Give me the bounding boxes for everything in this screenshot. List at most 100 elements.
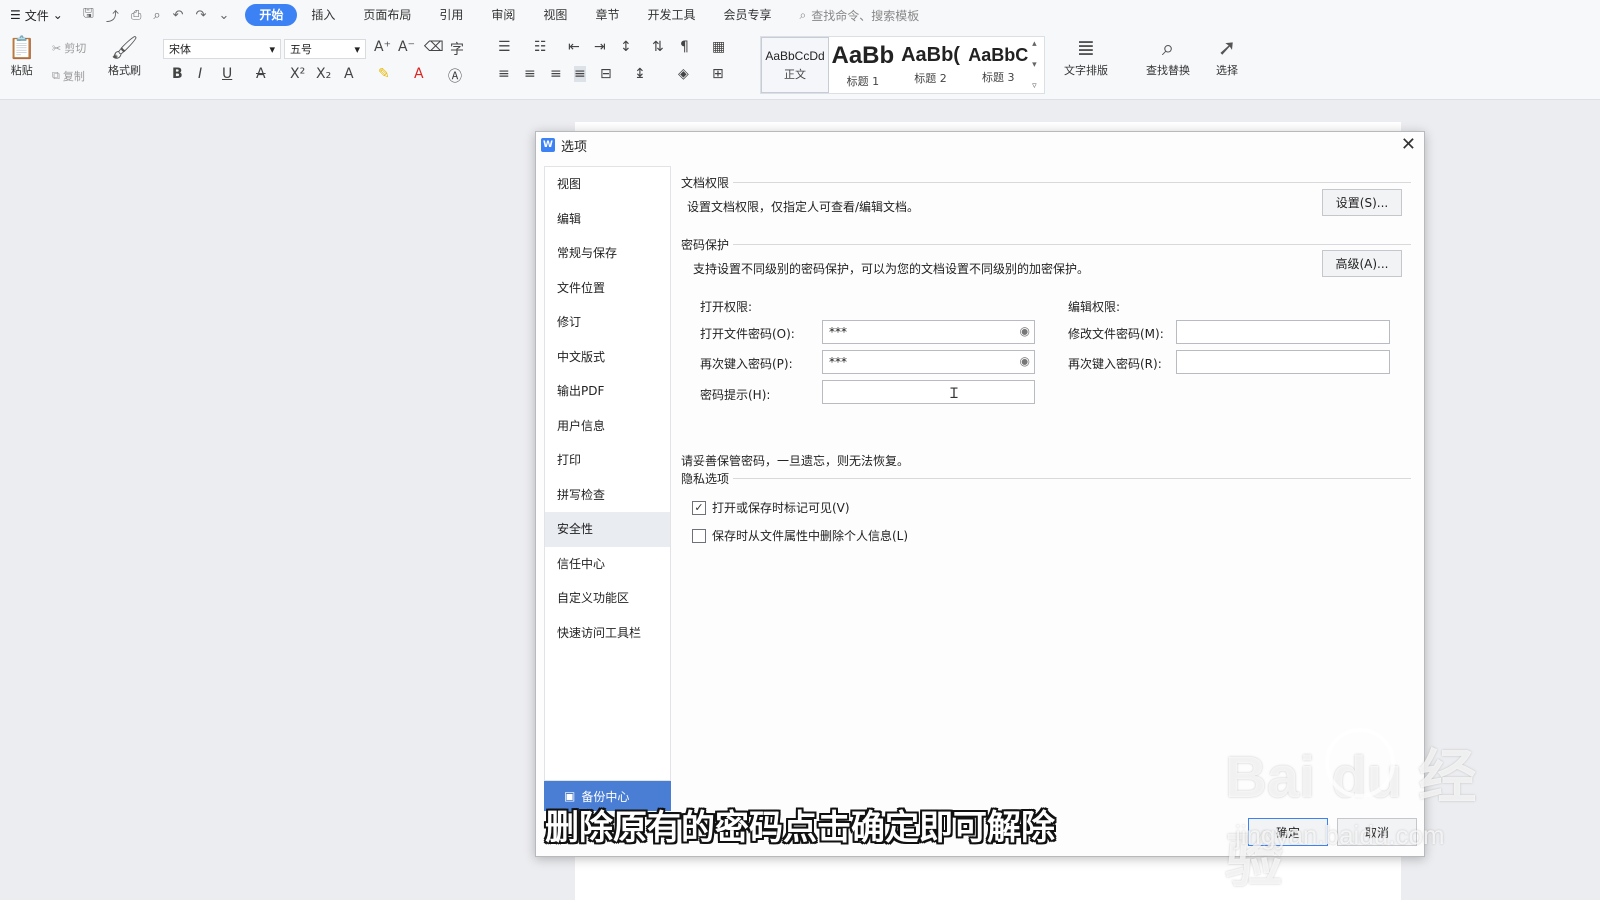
strikethrough-icon[interactable]: A xyxy=(256,66,266,82)
style-gallery-scroller[interactable]: ▴ ▾ ▿ xyxy=(1032,37,1044,93)
password-desc: 支持设置不同级别的密码保护，可以为您的文档设置不同级别的加密保护。 xyxy=(693,262,1090,276)
cut-button[interactable]: ✂ 剪切 xyxy=(52,40,86,56)
find-replace-button[interactable]: ⌕ 查找替换 xyxy=(1146,36,1190,78)
font-size-select[interactable]: 五号 ▾ xyxy=(284,39,366,59)
reenter-open-password-field[interactable]: *** ◉ xyxy=(822,350,1035,374)
password-heading: 密码保护 xyxy=(681,236,1411,253)
password-hint-field[interactable]: Ｉ xyxy=(822,380,1035,404)
sidebar-item-security[interactable]: 安全性 xyxy=(545,512,670,547)
eye-icon[interactable]: ◉ xyxy=(1020,324,1030,338)
copy-button[interactable]: ⧉ 复制 xyxy=(52,68,85,84)
text-layout-button[interactable]: ≣ 文字排版 xyxy=(1064,36,1108,78)
font-name-select[interactable]: 宋体 ▾ xyxy=(163,39,281,59)
customize-icon[interactable]: ⌄ xyxy=(218,8,229,23)
tab-home[interactable]: 开始 xyxy=(245,4,298,26)
align-left-icon[interactable]: ≡ xyxy=(498,66,510,82)
indent-icon[interactable]: ⇥ xyxy=(594,39,606,55)
sidebar-item-quick-access[interactable]: 快速访问工具栏 xyxy=(545,616,670,651)
grow-font-icon[interactable]: A⁺ xyxy=(374,39,391,55)
file-menu-label: 文件 xyxy=(24,8,49,23)
sidebar-item-export-pdf[interactable]: 输出PDF xyxy=(545,374,670,409)
style-heading-2[interactable]: AaBb( 标题 2 xyxy=(897,37,965,93)
sort-icon[interactable]: ⇅ xyxy=(652,39,664,55)
dialog-titlebar[interactable]: W 选项 xyxy=(536,132,1424,158)
print-preview-icon[interactable]: ⌕ xyxy=(153,8,160,23)
clear-format-icon[interactable]: ⌫ xyxy=(424,39,444,55)
print-icon[interactable]: ⎙ xyxy=(131,8,141,23)
style-heading-3[interactable]: AaBbC 标题 3 xyxy=(964,37,1032,93)
tab-references[interactable]: 引用 xyxy=(425,4,477,26)
justify-icon[interactable]: ≡ xyxy=(574,66,586,82)
file-menu[interactable]: ☰ 文件 ⌄ xyxy=(0,0,73,30)
align-center-icon[interactable]: ≡ xyxy=(524,66,536,82)
reenter-edit-password-field[interactable] xyxy=(1176,350,1390,374)
sidebar-item-file-location[interactable]: 文件位置 xyxy=(545,271,670,306)
open-password-field[interactable]: *** ◉ xyxy=(822,320,1035,344)
sidebar-item-customize-ribbon[interactable]: 自定义功能区 xyxy=(545,581,670,616)
sidebar-item-edit[interactable]: 编辑 xyxy=(545,202,670,237)
tab-review[interactable]: 审阅 xyxy=(477,4,529,26)
privacy-heading-text: 隐私选项 xyxy=(681,472,730,486)
privacy-heading: 隐私选项 xyxy=(681,470,1411,487)
italic-icon[interactable]: I xyxy=(198,66,202,82)
font-color-icon[interactable]: A xyxy=(414,66,424,82)
phonetic-icon[interactable]: 字 xyxy=(450,39,464,59)
remove-personal-info-option[interactable]: 保存时从文件属性中删除个人信息(L) xyxy=(692,527,908,544)
tab-insert[interactable]: 插入 xyxy=(297,4,349,26)
align-right-icon[interactable]: ≡ xyxy=(550,66,562,82)
tab-chapter[interactable]: 章节 xyxy=(581,4,633,26)
eye-icon[interactable]: ◉ xyxy=(1020,354,1030,368)
command-search[interactable]: ⌕ 查找命令、搜索模板 xyxy=(799,7,919,24)
shading-icon[interactable]: ◈ xyxy=(678,66,689,82)
quick-access-toolbar: 🖫 ⤴ ⎙ ⌕ ↶ ↷ ⌄ xyxy=(73,4,240,26)
ruler-icon[interactable]: ▦ xyxy=(712,39,725,55)
chevron-down-icon: ⌄ xyxy=(52,8,63,22)
doc-permission-settings-button[interactable]: 设置(S)... xyxy=(1322,189,1402,216)
paste-button[interactable]: 📋 粘贴 xyxy=(8,36,35,78)
bold-icon[interactable]: B xyxy=(172,66,183,82)
sidebar-item-trust-center[interactable]: 信任中心 xyxy=(545,547,670,582)
underline-icon[interactable]: U xyxy=(222,66,232,82)
superscript-icon[interactable]: X² xyxy=(290,66,305,82)
numbered-list-icon[interactable]: ☷ xyxy=(534,39,547,55)
show-marks-icon[interactable]: ¶ xyxy=(680,39,689,55)
sidebar-item-chinese-layout[interactable]: 中文版式 xyxy=(545,340,670,375)
undo-icon[interactable]: ↶ xyxy=(173,8,184,23)
bullet-list-icon[interactable]: ☰ xyxy=(498,39,511,55)
char-border-icon[interactable]: Ⓐ xyxy=(448,66,462,86)
sidebar-item-print[interactable]: 打印 xyxy=(545,443,670,478)
advanced-button[interactable]: 高级(A)... xyxy=(1322,250,1402,277)
style-heading-1[interactable]: AaBb 标题 1 xyxy=(829,37,897,93)
sidebar-item-spell-check[interactable]: 拼写检查 xyxy=(545,478,670,513)
style-normal[interactable]: AaBbCcDd 正文 xyxy=(761,37,829,93)
magnifier-icon: ⌕ xyxy=(1161,36,1175,61)
tab-developer[interactable]: 开发工具 xyxy=(633,4,709,26)
edit-password-field[interactable] xyxy=(1176,320,1390,344)
save-icon[interactable]: 🖫 xyxy=(83,4,94,26)
format-painter-button[interactable]: 🖌 格式刷 xyxy=(108,36,141,78)
divider xyxy=(733,244,1411,245)
shrink-font-icon[interactable]: A⁻ xyxy=(398,39,415,55)
select-button[interactable]: ➚ 选择 xyxy=(1216,36,1238,78)
sidebar-item-general-save[interactable]: 常规与保存 xyxy=(545,236,670,271)
close-icon[interactable]: ✕ xyxy=(1401,134,1416,155)
redo-icon[interactable]: ↷ xyxy=(196,8,207,23)
borders-icon[interactable]: ⊞ xyxy=(712,66,724,82)
tab-view[interactable]: 视图 xyxy=(529,4,581,26)
distribute-icon[interactable]: ⊟ xyxy=(600,66,612,82)
subscript-icon[interactable]: X₂ xyxy=(316,66,331,82)
tab-page-layout[interactable]: 页面布局 xyxy=(349,4,425,26)
sidebar-item-view[interactable]: 视图 xyxy=(545,167,670,202)
mark-visible-option[interactable]: ✓ 打开或保存时标记可见(V) xyxy=(692,499,850,516)
text-direction-icon[interactable]: ↕ xyxy=(620,39,632,55)
export-icon[interactable]: ⤴ xyxy=(106,6,119,25)
sidebar-item-revision[interactable]: 修订 xyxy=(545,305,670,340)
text-effect-icon[interactable]: A xyxy=(344,66,354,82)
mark-visible-checkbox[interactable]: ✓ xyxy=(692,500,706,515)
remove-personal-info-checkbox[interactable] xyxy=(692,528,706,543)
outdent-icon[interactable]: ⇤ xyxy=(568,39,580,55)
line-spacing-icon[interactable]: ↨ xyxy=(634,66,646,82)
tab-member[interactable]: 会员专享 xyxy=(709,4,785,26)
highlight-icon[interactable]: ✎ xyxy=(378,66,390,82)
sidebar-item-user-info[interactable]: 用户信息 xyxy=(545,409,670,444)
